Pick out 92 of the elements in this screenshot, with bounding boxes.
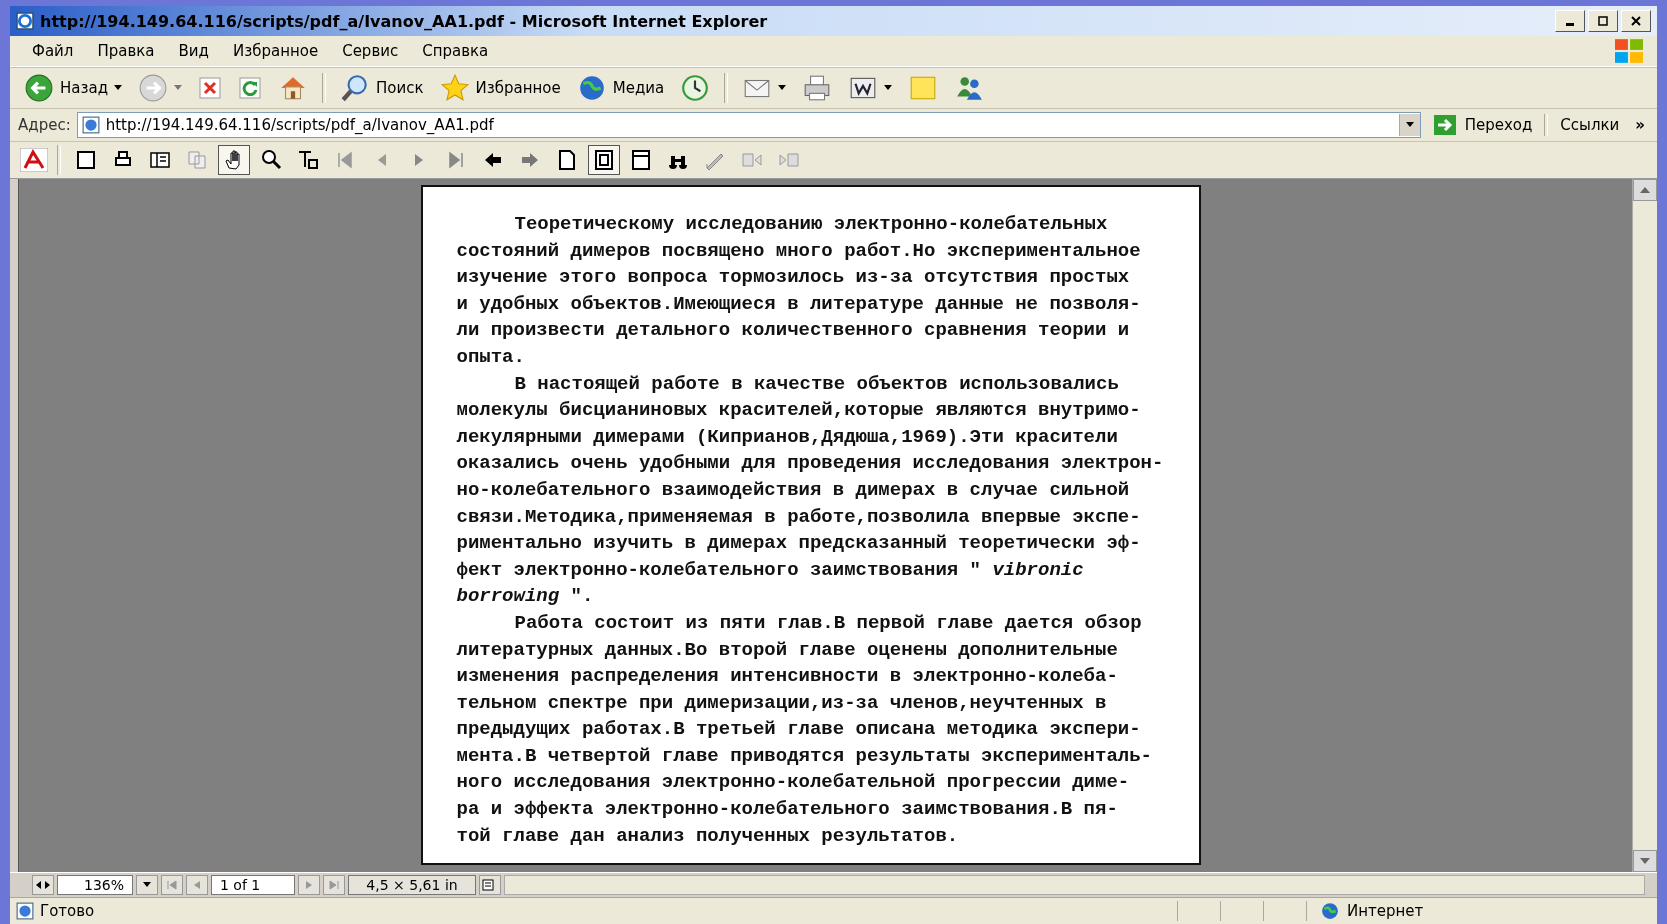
text-line: риментально изучить в димерах предсказанный теоретически эф- bbox=[456, 531, 1141, 557]
menu-item[interactable]: Справка bbox=[410, 40, 501, 62]
vertical-scrollbar[interactable] bbox=[1632, 179, 1657, 872]
text-line: В настоящей работе в качестве объектов использовались bbox=[514, 371, 1119, 397]
text-line: опыта. bbox=[456, 344, 525, 370]
scroll-up-button[interactable] bbox=[1633, 179, 1657, 201]
last-page-icon bbox=[329, 880, 339, 890]
text-line: ра и эффекта электронно-колебательного заимствования.В пя- bbox=[456, 797, 1118, 823]
previous-page-button[interactable] bbox=[186, 875, 208, 895]
clock-icon bbox=[680, 73, 711, 103]
text-line: Теоретическому исследованию электронно-колебательных bbox=[514, 212, 1108, 237]
text-line: borrowing ". bbox=[456, 584, 594, 610]
fit-page-button[interactable] bbox=[588, 145, 620, 175]
caret-icon bbox=[174, 85, 182, 91]
text-line: Работа состоит из пяти глав.В первой главе дается обзор bbox=[514, 610, 1142, 636]
page-field[interactable]: 1 of 1 bbox=[211, 875, 295, 895]
text-line: лекулярными димерами (Киприанов,Дядюша,1969).Эти красители bbox=[456, 424, 1118, 450]
first-page-icon bbox=[167, 880, 177, 890]
hand-button[interactable] bbox=[218, 145, 250, 175]
caret-icon bbox=[884, 85, 893, 91]
down-arrow-icon bbox=[1640, 858, 1650, 864]
links-button[interactable]: Ссылки bbox=[1554, 114, 1626, 136]
previous-page-icon bbox=[192, 880, 202, 890]
text-line: но-колебательного взаимодействия в димерах в случае сильной bbox=[456, 477, 1130, 503]
split-button[interactable] bbox=[32, 875, 54, 895]
minimize-icon bbox=[1566, 22, 1574, 26]
scroll-down-button[interactable] bbox=[1633, 850, 1657, 872]
menu-item[interactable]: Правка bbox=[85, 40, 167, 62]
up-arrow-icon bbox=[1640, 187, 1650, 193]
text-line: литературных данных.Во второй главе оценены дополнительные bbox=[456, 637, 1118, 663]
text-line: молекулы бисцианиновых красителей,которые являются внутримо- bbox=[456, 398, 1141, 424]
text-line: и удобных объектов.Имеющиеся в литературе данные не позволя- bbox=[456, 291, 1141, 317]
caret-icon bbox=[778, 85, 787, 91]
fit-width-icon bbox=[629, 148, 653, 172]
fit-page-icon bbox=[592, 148, 616, 172]
minimize-button[interactable] bbox=[1555, 10, 1585, 32]
zoom-field[interactable]: 136% bbox=[57, 875, 133, 895]
layout-button[interactable] bbox=[479, 875, 501, 895]
address-field[interactable]: http://194.149.64.116/scripts/pdf_a/Ivanov_AA1.pdf bbox=[76, 112, 1421, 138]
security-zone: Интернет bbox=[1347, 902, 1424, 920]
menu-item[interactable]: Файл bbox=[20, 40, 86, 62]
menu-item[interactable]: Сервис bbox=[330, 40, 411, 62]
page-icon bbox=[81, 116, 100, 134]
status-text: Готово bbox=[40, 902, 95, 920]
text-select-icon bbox=[296, 148, 320, 172]
zoom-icon bbox=[259, 148, 283, 172]
close-icon bbox=[1631, 16, 1641, 26]
horizontal-scrollbar[interactable] bbox=[504, 875, 1645, 895]
page-size-label: 4,5 × 5,61 in bbox=[348, 875, 476, 895]
menu-item[interactable]: Вид bbox=[166, 40, 221, 62]
favorites-button[interactable]: Избранное bbox=[433, 71, 567, 105]
page-icon bbox=[16, 902, 34, 920]
search-icon bbox=[340, 73, 370, 103]
refresh-icon bbox=[238, 76, 262, 100]
globe-icon bbox=[1321, 902, 1339, 920]
star-icon bbox=[439, 73, 470, 103]
caret-icon bbox=[143, 882, 151, 888]
menu-item[interactable]: Избранное bbox=[220, 40, 331, 62]
text-line: состояний димеров посвящено много работ.Но экспериментальное bbox=[456, 238, 1141, 264]
last-page-button[interactable] bbox=[323, 875, 345, 895]
more-button[interactable]: » bbox=[1631, 116, 1649, 134]
text-line: изучение этого вопроса тормозилось из-за отсутствия простых bbox=[456, 265, 1130, 291]
search-button[interactable]: Поиск bbox=[334, 71, 430, 105]
caret-icon bbox=[1405, 122, 1414, 128]
text-line: ного исследования электронно-колебательной прогрессии диме- bbox=[456, 770, 1130, 796]
maximize-icon bbox=[1598, 16, 1608, 26]
window-title: http://194.149.64.116/scripts/pdf_a/Ivanov_AA1.pdf - Microsoft Internet Explorer bbox=[40, 11, 768, 31]
back-button[interactable]: Назад bbox=[18, 71, 128, 105]
next-page-button[interactable] bbox=[298, 875, 320, 895]
text-line: мента.В четвертой главе приводятся результаты эксперименталь- bbox=[456, 743, 1152, 769]
address-dropdown-button[interactable] bbox=[1398, 114, 1420, 136]
text-line: связи.Методика,применяемая в работе,позволила впервые экспе- bbox=[456, 504, 1141, 530]
acrobat-logo-icon bbox=[20, 148, 48, 172]
close-button[interactable] bbox=[1621, 10, 1651, 32]
text-line: тельном спектре при димеризации,из-за членов,неучтенных в bbox=[456, 690, 1107, 716]
caret-icon bbox=[114, 85, 122, 91]
split-icon bbox=[36, 880, 50, 890]
zoom-dropdown-button[interactable] bbox=[136, 875, 158, 895]
text-line: той главе дан анализ полученных результатов. bbox=[456, 823, 959, 849]
text-line: предыдущих работах.В третьей главе описана методика экспери- bbox=[456, 717, 1141, 743]
text-line: ли произвести детального количественного сравнения теории и bbox=[456, 318, 1130, 344]
media-button[interactable]: Медиа bbox=[570, 71, 671, 105]
text-line: фект электронно-колебательного заимствования " vibronic bbox=[456, 557, 1084, 583]
cross-icon bbox=[198, 76, 222, 100]
go-button[interactable]: Переход bbox=[1426, 111, 1539, 139]
text-line: изменения распределения интенсивности в электронно-колеба- bbox=[456, 664, 1118, 690]
copy-icon bbox=[185, 148, 209, 172]
address-label: Адрес: bbox=[18, 116, 71, 134]
next-page-icon bbox=[304, 880, 314, 890]
browser-icon bbox=[16, 12, 34, 30]
maximize-button[interactable] bbox=[1588, 10, 1618, 32]
text-line: оказались очень удобными для проведения исследования электрон- bbox=[456, 451, 1164, 477]
